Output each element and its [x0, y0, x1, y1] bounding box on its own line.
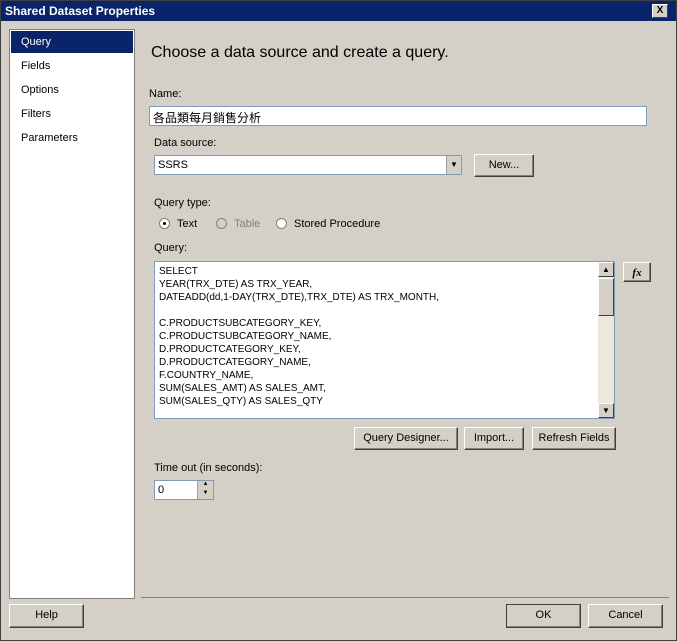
query-type-text-label[interactable]: Text — [177, 218, 197, 230]
help-button[interactable]: Help — [9, 604, 84, 628]
spin-buttons[interactable]: ▲ ▼ — [197, 481, 213, 499]
query-type-table-radio — [216, 218, 227, 229]
scroll-down-icon[interactable]: ▼ — [598, 403, 614, 418]
title-bar: Shared Dataset Properties X — [1, 1, 676, 21]
main-panel: Choose a data source and create a query.… — [141, 29, 669, 597]
query-editor[interactable]: SELECT YEAR(TRX_DTE) AS TRX_YEAR, DATEADD(… — [154, 261, 615, 419]
refresh-fields-button[interactable]: Refresh Fields — [532, 427, 616, 450]
timeout-value: 0 — [158, 484, 165, 496]
sidebar-item-query[interactable]: Query — [11, 31, 133, 53]
query-scrollbar[interactable]: ▲ ▼ — [598, 262, 614, 418]
spin-up-icon[interactable]: ▲ — [198, 481, 213, 490]
close-button[interactable]: X — [652, 4, 668, 18]
data-source-label: Data source: — [154, 137, 217, 149]
query-type-text-radio[interactable] — [159, 218, 170, 229]
import-button[interactable]: Import... — [464, 427, 524, 450]
scroll-thumb[interactable] — [598, 278, 614, 316]
query-line: SUM(SALES_AMT) AS SALES_AMT, — [159, 383, 326, 394]
query-line — [159, 304, 439, 317]
query-line: SELECT — [159, 266, 198, 277]
name-field[interactable]: 各品類每月銷售分析 — [149, 106, 647, 126]
query-line: D.PRODUCTCATEGORY_NAME, — [159, 357, 311, 368]
query-line: C.PRODUCTSUBCATEGORY_KEY, — [159, 318, 322, 329]
ok-button[interactable]: OK — [506, 604, 581, 628]
query-type-label: Query type: — [154, 197, 211, 209]
sidebar-item-options[interactable]: Options — [11, 79, 133, 101]
query-line: DATEADD(dd,1-DAY(TRX_DTE),TRX_DTE) AS TR… — [159, 292, 440, 303]
scroll-up-icon[interactable]: ▲ — [598, 262, 614, 277]
sidebar-item-fields[interactable]: Fields — [11, 55, 133, 77]
spin-down-icon[interactable]: ▼ — [198, 490, 213, 499]
query-line: YEAR(TRX_DTE) AS TRX_YEAR, — [159, 279, 313, 290]
page-title: Choose a data source and create a query. — [151, 44, 449, 61]
query-text: SELECT YEAR(TRX_DTE) AS TRX_YEAR, DATEADD(… — [159, 265, 439, 408]
query-type-stored-procedure-radio[interactable] — [276, 218, 287, 229]
query-type-table-label: Table — [234, 218, 261, 230]
footer-divider — [141, 597, 669, 598]
dialog-window: Shared Dataset Properties X Query Fields… — [0, 0, 677, 641]
query-line: D.PRODUCTCATEGORY_KEY, — [159, 344, 301, 355]
query-designer-button[interactable]: Query Designer... — [354, 427, 458, 450]
query-line: C.PRODUCTSUBCATEGORY_NAME, — [159, 331, 332, 342]
name-label: Name: — [149, 88, 182, 100]
query-line: F.COUNTRY_NAME, — [159, 370, 254, 381]
name-field-value: 各品類每月銷售分析 — [153, 111, 262, 125]
new-data-source-button[interactable]: New... — [474, 154, 534, 177]
data-source-select[interactable]: SSRS ▼ — [154, 155, 462, 175]
dropdown-arrow-icon[interactable]: ▼ — [446, 156, 461, 174]
expression-button[interactable]: fx — [623, 262, 651, 282]
data-source-value: SSRS — [158, 159, 188, 171]
sidebar-item-filters[interactable]: Filters — [11, 103, 133, 125]
query-line: SUM(SALES_QTY) AS SALES_QTY — [159, 396, 323, 407]
sidebar-item-parameters[interactable]: Parameters — [11, 127, 133, 149]
cancel-button[interactable]: Cancel — [588, 604, 663, 628]
query-type-stored-procedure-label[interactable]: Stored Procedure — [294, 218, 380, 230]
window-title: Shared Dataset Properties — [5, 4, 156, 18]
timeout-label: Time out (in seconds): — [154, 462, 263, 474]
sidebar: Query Fields Options Filters Parameters — [9, 29, 135, 599]
timeout-stepper[interactable]: 0 ▲ ▼ — [154, 480, 214, 500]
query-label: Query: — [154, 242, 188, 254]
